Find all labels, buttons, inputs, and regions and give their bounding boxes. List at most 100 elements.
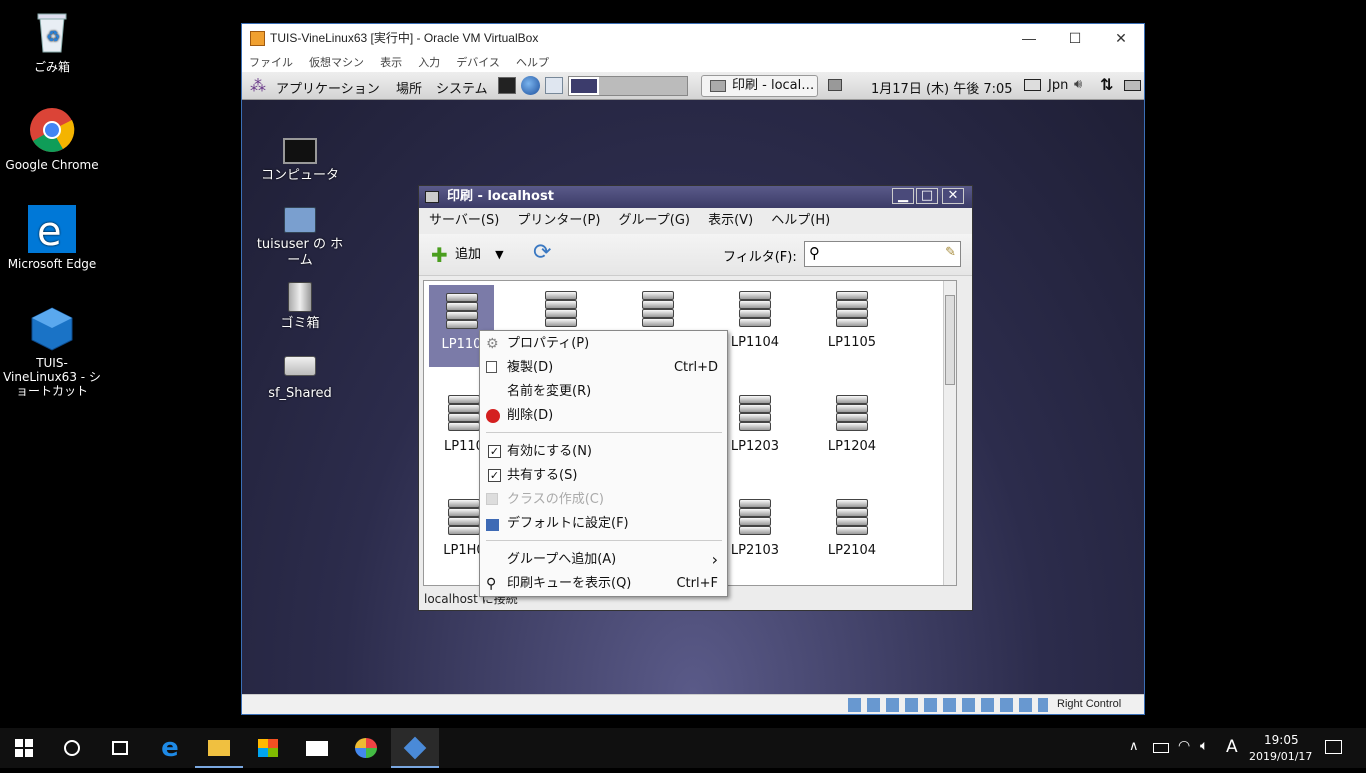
menu-item-label: 複製(D)	[507, 360, 554, 375]
menu-view[interactable]: 表示(V)	[708, 213, 753, 228]
task-view-button[interactable]	[96, 728, 144, 768]
close-button[interactable]: ✕	[1098, 24, 1144, 54]
keyboard-layout[interactable]: Jpn	[1048, 78, 1068, 93]
menu-item-share[interactable]: ✓ 共有する(S)	[480, 464, 727, 488]
desktop-icon-recycle-bin[interactable]: ♻ ごみ箱	[2, 8, 102, 74]
menu-machine[interactable]: 仮想マシン	[309, 57, 364, 69]
print-window-titlebar[interactable]: 印刷 - localhost ▁ □ ✕	[419, 186, 972, 208]
menu-view[interactable]: 表示	[380, 57, 402, 69]
taskbar-paint[interactable]	[342, 728, 390, 768]
clock-time[interactable]: 19:05	[1264, 733, 1299, 747]
class-icon	[486, 493, 498, 505]
guest-icon-home[interactable]: tuisuser の ホーム	[255, 207, 345, 269]
printer-icon	[539, 285, 583, 331]
menu-system[interactable]: システム	[436, 78, 488, 97]
desktop-icon-chrome[interactable]: Google Chrome	[2, 106, 102, 172]
menu-input[interactable]: 入力	[418, 57, 440, 69]
computer-icon	[283, 138, 317, 164]
menu-item-properties[interactable]: ⚙ プロパティ(P)	[480, 332, 727, 356]
desktop-icon-vbox-shortcut[interactable]: TUIS-VineLinux63 - ショートカット	[2, 304, 102, 398]
menu-item-add-to-group[interactable]: グループへ追加(A) ›	[480, 548, 727, 572]
clock-date[interactable]: 2019/01/17	[1249, 750, 1312, 763]
maximize-button[interactable]: ☐	[1052, 24, 1098, 54]
scrollbar[interactable]	[943, 281, 956, 585]
trash-icon	[288, 282, 312, 312]
terminal-icon[interactable]	[498, 77, 516, 94]
chevron-up-icon[interactable]: ∧	[1129, 739, 1139, 754]
workspace-1-active[interactable]	[569, 77, 599, 95]
wifi-icon[interactable]: ◠	[1178, 738, 1190, 754]
guest-icon-computer[interactable]: コンピュータ	[255, 138, 345, 184]
volume-icon[interactable]: 🔈︎	[1200, 738, 1208, 754]
printer-tray-icon[interactable]	[828, 79, 842, 91]
search-button[interactable]	[48, 728, 96, 768]
menu-item-label: 有効にする(N)	[507, 444, 592, 459]
menu-group[interactable]: グループ(G)	[619, 213, 690, 228]
chevron-down-icon[interactable]: ▼	[495, 248, 503, 261]
guest-icon-trash[interactable]: ゴミ箱	[255, 282, 345, 332]
network-icon[interactable]: ⇅	[1100, 75, 1113, 94]
menu-item-duplicate[interactable]: 複製(D) Ctrl+D	[480, 356, 727, 380]
volume-icon[interactable]: 🔊︎	[1074, 77, 1082, 92]
close-button[interactable]: ✕	[942, 188, 964, 204]
menu-help[interactable]: ヘルプ	[516, 57, 549, 69]
paint-icon	[355, 738, 377, 758]
guest-icon-shared[interactable]: sf_Shared	[255, 356, 345, 402]
ime-indicator[interactable]: A	[1226, 737, 1238, 757]
clear-icon[interactable]: ✎	[945, 245, 956, 260]
menu-item-delete[interactable]: 削除(D)	[480, 404, 727, 428]
vbox-titlebar[interactable]: TUIS-VineLinux63 [実行中] - Oracle VM Virtu…	[242, 24, 1144, 54]
menu-devices[interactable]: デバイス	[456, 57, 500, 69]
printer-icon	[733, 285, 777, 331]
taskbutton-print[interactable]: 印刷 - local…	[701, 75, 818, 97]
menu-server[interactable]: サーバー(S)	[429, 213, 499, 228]
menu-separator	[486, 432, 722, 433]
vbox-menubar: ファイル 仮想マシン 表示 入力 デバイス ヘルプ	[242, 54, 1144, 72]
refresh-icon[interactable]: ⟳	[533, 242, 551, 264]
grape-icon[interactable]: ⁂	[250, 76, 266, 95]
taskbar-store[interactable]	[244, 728, 292, 768]
maximize-button[interactable]: □	[916, 188, 938, 204]
notification-icon[interactable]	[1325, 740, 1342, 754]
menu-item-view-queue[interactable]: ⚲ 印刷キューを表示(Q) Ctrl+F	[480, 572, 727, 596]
chevron-right-icon: ›	[711, 550, 718, 569]
menu-printer[interactable]: プリンター(P)	[517, 213, 600, 228]
print-menubar: サーバー(S) プリンター(P) グループ(G) 表示(V) ヘルプ(H)	[419, 208, 972, 234]
keyboard-icon[interactable]	[1024, 79, 1041, 91]
checkbox-checked[interactable]: ✓	[488, 445, 501, 458]
filter-input[interactable]: ⚲ ✎	[804, 241, 961, 267]
menu-item-label: プロパティ(P)	[507, 336, 590, 351]
printer-item[interactable]: LP1204	[812, 389, 892, 454]
menu-help[interactable]: ヘルプ(H)	[771, 213, 830, 228]
menu-applications[interactable]: アプリケーション	[276, 78, 380, 97]
minimize-button[interactable]: —	[1006, 24, 1052, 54]
start-button[interactable]	[0, 728, 48, 768]
menu-places[interactable]: 場所	[396, 78, 422, 97]
checkbox-checked[interactable]: ✓	[488, 469, 501, 482]
scrollbar-thumb[interactable]	[945, 295, 955, 385]
taskbar-mail[interactable]	[293, 728, 341, 768]
menu-item-rename[interactable]: 名前を変更(R)	[480, 380, 727, 404]
printer-label: LP1204	[827, 439, 877, 454]
browser-icon[interactable]	[521, 76, 540, 95]
taskbar-virtualbox[interactable]	[391, 728, 439, 768]
desktop-icon-label: ごみ箱	[33, 60, 70, 74]
taskbar-explorer[interactable]	[195, 728, 243, 768]
minimize-button[interactable]: ▁	[892, 188, 914, 204]
printer-icon	[425, 191, 439, 203]
printer-item[interactable]: LP2104	[812, 493, 892, 558]
printer-icon	[440, 287, 484, 333]
battery-icon[interactable]	[1124, 80, 1141, 91]
add-button[interactable]: ✚ 追加 ▼	[429, 244, 504, 266]
mail-icon[interactable]	[545, 77, 563, 94]
printer-icon	[636, 285, 680, 331]
menu-item-set-default[interactable]: デフォルトに設定(F)	[480, 512, 727, 536]
printer-item[interactable]: LP1105	[812, 285, 892, 350]
printer-label: LP2104	[827, 543, 877, 558]
clock[interactable]: 1月17日 (木) 午後 7:05	[871, 78, 1013, 97]
menu-file[interactable]: ファイル	[249, 57, 293, 69]
taskbar-edge[interactable]: e	[146, 728, 194, 768]
battery-icon[interactable]	[1153, 743, 1169, 753]
desktop-icon-edge[interactable]: e Microsoft Edge	[2, 205, 102, 271]
menu-item-enable[interactable]: ✓ 有効にする(N)	[480, 440, 727, 464]
